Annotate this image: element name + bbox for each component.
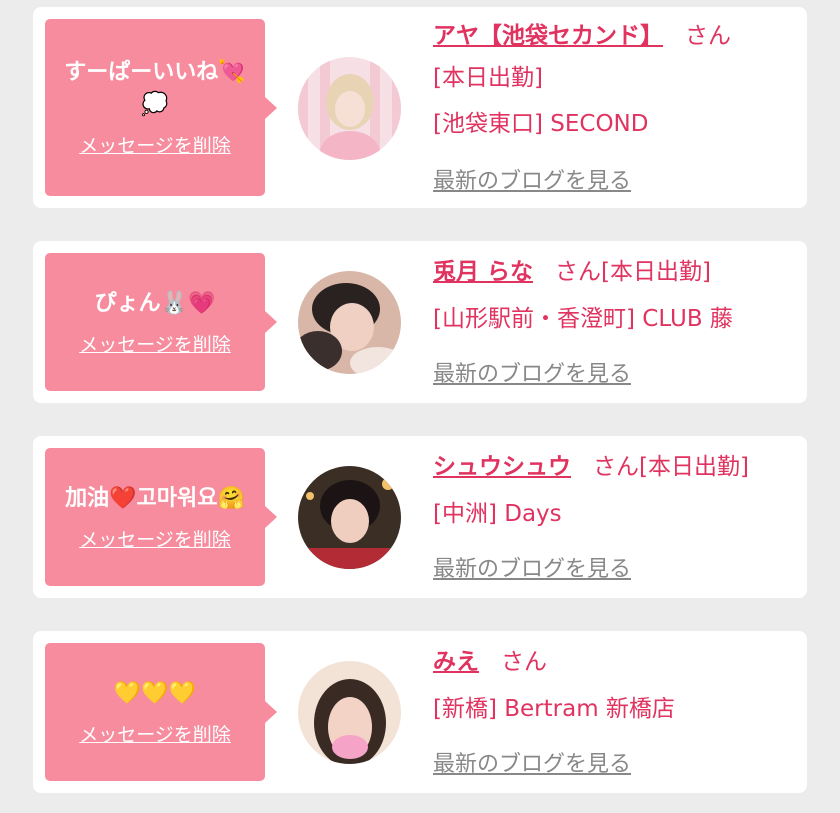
avatar[interactable] <box>298 271 401 374</box>
message-bubble: 加油❤️고마워요🤗 メッセージを削除 <box>45 448 277 586</box>
shop-line: [山形駅前・香澄町] CLUB 藤 <box>433 306 733 332</box>
name-line: アヤ【池袋セカンド】 さん <box>433 21 797 51</box>
status-line: [本日出勤] <box>433 65 543 91</box>
honorific: さん[本日出勤] <box>593 454 749 480</box>
name-line: みえ さん <box>433 647 797 677</box>
message-bubble: 💛💛💛 メッセージを削除 <box>45 643 277 781</box>
member-name-link[interactable]: みえ <box>433 649 479 675</box>
member-info: みえ さん [新橋] Bertram 新橋店 最新のブログを見る <box>433 647 797 778</box>
message-card: すーぱーいいね💘 💭 メッセージを削除 アヤ【池袋セカンド】 さん [本日出勤] … <box>33 7 807 208</box>
message-card: 💛💛💛 メッセージを削除 みえ さん [新橋] Bertram 新橋店 最新のブロ… <box>33 631 807 793</box>
latest-blog-link[interactable]: 最新のブログを見る <box>433 163 631 195</box>
message-text: すーぱーいいね💘 💭 <box>64 60 246 117</box>
honorific: さん <box>501 649 547 675</box>
message-text: 加油❤️고마워요🤗 <box>65 485 245 511</box>
member-name-link[interactable]: シュウシュウ <box>433 454 571 480</box>
latest-blog-link[interactable]: 最新のブログを見る <box>433 551 631 583</box>
member-name-link[interactable]: 兎月 らな <box>433 259 533 285</box>
honorific: さん <box>685 23 731 49</box>
name-line: 兎月 らな さん[本日出勤] <box>433 257 797 287</box>
message-text: 💛💛💛 <box>113 680 197 706</box>
shop-line: [池袋東口] SECOND <box>433 111 649 137</box>
honorific: さん[本日出勤] <box>555 259 711 285</box>
message-card: ぴょん🐰💗 メッセージを削除 兎月 らな さん[本日出勤] [山形駅前・香澄町] … <box>33 241 807 403</box>
member-name-link[interactable]: アヤ【池袋セカンド】 <box>433 23 663 49</box>
name-line: シュウシュウ さん[本日出勤] <box>433 452 797 482</box>
message-list: すーぱーいいね💘 💭 メッセージを削除 アヤ【池袋セカンド】 さん [本日出勤] … <box>0 0 840 813</box>
message-text: ぴょん🐰💗 <box>94 290 216 316</box>
member-info: シュウシュウ さん[本日出勤] [中洲] Days 最新のブログを見る <box>433 452 797 583</box>
delete-message-link[interactable]: メッセージを削除 <box>79 525 231 552</box>
latest-blog-link[interactable]: 最新のブログを見る <box>433 746 631 778</box>
avatar[interactable] <box>298 661 401 764</box>
member-info: 兎月 らな さん[本日出勤] [山形駅前・香澄町] CLUB 藤 最新のブログを見… <box>433 257 797 388</box>
member-info: アヤ【池袋セカンド】 さん [本日出勤] [池袋東口] SECOND 最新のブログ… <box>433 21 797 195</box>
shop-line: [新橋] Bertram 新橋店 <box>433 696 675 722</box>
delete-message-link[interactable]: メッセージを削除 <box>79 131 231 158</box>
message-bubble: すーぱーいいね💘 💭 メッセージを削除 <box>45 19 277 196</box>
delete-message-link[interactable]: メッセージを削除 <box>79 330 231 357</box>
avatar[interactable] <box>298 466 401 569</box>
latest-blog-link[interactable]: 最新のブログを見る <box>433 356 631 388</box>
message-card: 加油❤️고마워요🤗 メッセージを削除 シュウシュウ さん[本日出勤] [中洲] D… <box>33 436 807 598</box>
message-bubble: ぴょん🐰💗 メッセージを削除 <box>45 253 277 391</box>
delete-message-link[interactable]: メッセージを削除 <box>79 720 231 747</box>
shop-line: [中洲] Days <box>433 501 562 527</box>
avatar[interactable] <box>298 57 401 160</box>
